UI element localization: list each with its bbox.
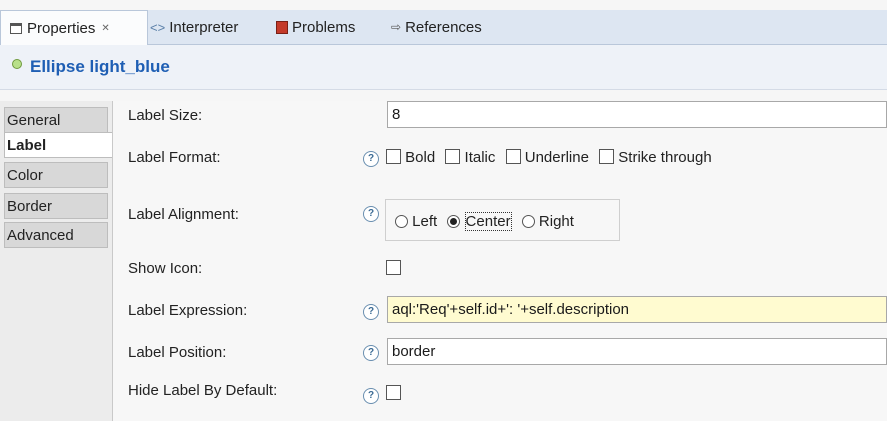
- page-title: Ellipse light_blue: [30, 57, 170, 76]
- sidebar-item-label: Advanced: [7, 226, 74, 244]
- help-icon[interactable]: ?: [363, 206, 379, 222]
- strike-through-label: Strike through: [618, 149, 712, 166]
- show-icon-label: Show Icon:: [128, 260, 203, 277]
- bold-label: Bold: [405, 149, 436, 166]
- close-icon[interactable]: ✕: [101, 23, 109, 34]
- tab-interpreter-label: Interpreter: [169, 18, 239, 36]
- properties-icon: [10, 23, 22, 34]
- sidebar-item-label: General: [7, 111, 61, 129]
- sidebar-item-general[interactable]: General: [4, 107, 108, 133]
- left-radio[interactable]: [395, 215, 408, 228]
- help-icon[interactable]: ?: [363, 151, 379, 167]
- label-expression-label: Label Expression:: [128, 302, 248, 319]
- underline-checkbox[interactable]: [505, 149, 521, 164]
- sidebar-item-color[interactable]: Color: [4, 162, 108, 188]
- strike-through-checkbox[interactable]: [599, 149, 615, 164]
- italic-checkbox[interactable]: [445, 149, 461, 164]
- interpreter-icon: <>: [150, 19, 166, 35]
- sidebar-item-label-section[interactable]: Label: [4, 132, 112, 158]
- tab-problems[interactable]: Problems: [276, 10, 355, 44]
- label-size-input[interactable]: 8: [387, 101, 887, 128]
- label-format-options: Bold Italic Underline Strike through: [386, 149, 718, 166]
- sidebar-item-border[interactable]: Border: [4, 193, 108, 219]
- label-alignment-label: Label Alignment:: [128, 206, 239, 223]
- problems-icon: [276, 20, 288, 34]
- label-alignment-group: Left Center Right: [385, 199, 620, 241]
- label-expression-input[interactable]: aql:'Req'+self.id+': '+self.description: [387, 296, 887, 323]
- help-icon[interactable]: ?: [363, 304, 379, 320]
- hide-label-checkbox[interactable]: [386, 385, 401, 400]
- left-radio-label: Left: [412, 213, 438, 230]
- help-icon[interactable]: ?: [363, 388, 379, 404]
- underline-label: Underline: [524, 149, 589, 166]
- right-radio[interactable]: [521, 215, 535, 228]
- center-radio-label: Center: [464, 212, 512, 231]
- property-sections-sidebar: General Label Color Border Advanced: [0, 101, 113, 421]
- label-position-label: Label Position:: [128, 344, 227, 361]
- tab-references-label: References: [405, 18, 482, 36]
- bold-checkbox[interactable]: [386, 149, 401, 164]
- sidebar-item-label: Border: [7, 197, 53, 215]
- references-icon: ⇨: [391, 20, 402, 34]
- sidebar-item-advanced[interactable]: Advanced: [4, 222, 108, 248]
- tab-properties-label: Properties: [27, 20, 96, 37]
- view-tab-bar: Properties ✕ <> Interpreter Problems ⇨ R…: [0, 10, 887, 46]
- center-radio[interactable]: [447, 215, 461, 228]
- right-radio-label: Right: [538, 213, 574, 230]
- label-size-label: Label Size:: [128, 107, 203, 124]
- tab-problems-label: Problems: [292, 18, 356, 36]
- tab-properties[interactable]: Properties ✕: [0, 10, 148, 46]
- help-icon[interactable]: ?: [363, 345, 379, 361]
- label-format-label: Label Format:: [128, 149, 221, 166]
- tab-interpreter[interactable]: <> Interpreter: [150, 10, 238, 44]
- ellipse-icon: [12, 59, 22, 69]
- italic-label: Italic: [464, 149, 496, 166]
- sidebar-item-label: Color: [7, 166, 43, 184]
- tab-references[interactable]: ⇨ References: [391, 10, 482, 44]
- label-position-select[interactable]: border: [387, 338, 887, 365]
- hide-label-by-default-label: Hide Label By Default:: [128, 382, 278, 399]
- sidebar-item-label: Label: [7, 136, 47, 154]
- properties-title-bar: Ellipse light_blue: [0, 45, 887, 90]
- show-icon-checkbox[interactable]: [386, 260, 401, 275]
